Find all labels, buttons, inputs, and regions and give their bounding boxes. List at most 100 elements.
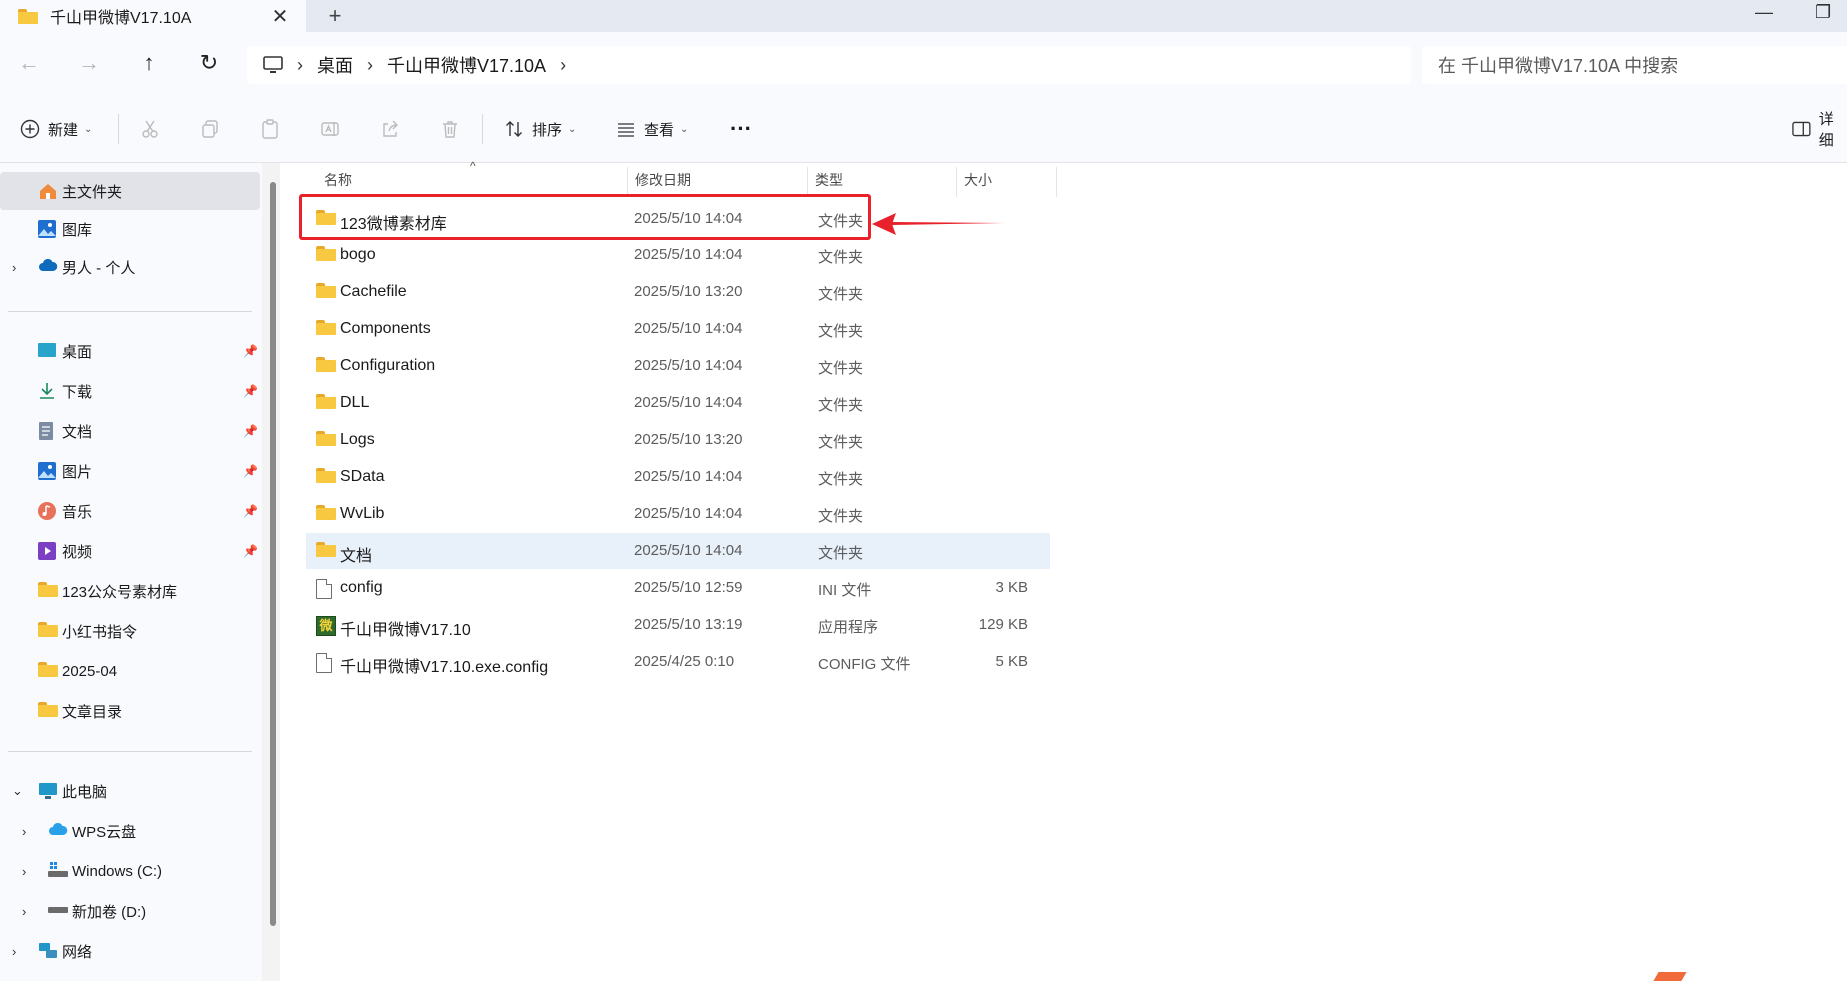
up-button[interactable]: ↑ [132,46,166,80]
pin-icon[interactable]: 📌 [243,544,258,558]
column-divider[interactable] [807,167,808,197]
chevron-right-icon[interactable]: › [12,260,16,275]
sidebar-item-pictures[interactable]: 图片 📌 [0,452,260,490]
sidebar-item-folder[interactable]: 文章目录 [0,692,260,730]
search-placeholder: 在 千山甲微博V17.10A 中搜索 [1438,56,1679,76]
view-button[interactable]: 查看 ⌄ [616,96,688,162]
restore-button[interactable]: ❐ [1815,2,1831,23]
file-row-hovered[interactable]: 文档 2025/5/10 14:04 文件夹 [306,533,1050,569]
sidebar-item-onedrive[interactable]: › 男人 - 个人 [0,248,260,286]
column-label: 大小 [964,172,992,188]
file-row[interactable]: config 2025/5/10 12:59 INI 文件 3 KB [306,570,1050,606]
chevron-right-icon[interactable]: › [22,864,26,879]
sidebar-item-home[interactable]: 主文件夹 [0,172,260,210]
title-bar: 千山甲微博V17.10A ✕ + — ❐ [0,0,1847,32]
file-type: 文件夹 [818,286,864,303]
column-header-name[interactable]: 名称 ^ [324,159,476,197]
close-tab-icon[interactable]: ✕ [268,4,292,29]
file-type: 文件夹 [818,397,864,414]
column-header-date[interactable]: 修改日期 [635,163,691,197]
chevron-right-icon[interactable]: › [22,904,26,919]
sidebar-label: 图片 [62,463,93,481]
more-options-button[interactable]: ··· [730,96,752,162]
copy-icon [202,120,218,138]
file-name: bogo [340,246,376,263]
cut-button[interactable] [140,96,160,162]
folder-icon [316,357,336,372]
sort-button[interactable]: 排序 ⌄ [504,96,576,162]
sidebar-item-downloads[interactable]: 下载 📌 [0,372,260,410]
sidebar-item-gallery[interactable]: 图库 [0,210,260,248]
copy-button[interactable] [200,96,220,162]
sidebar-item-c-drive[interactable]: › Windows (C:) [0,852,260,890]
home-icon [38,182,58,204]
scissors-icon [142,120,158,138]
video-icon [38,542,56,564]
pin-icon[interactable]: 📌 [243,424,258,438]
file-row[interactable]: 微 千山甲微博V17.10 2025/5/10 13:19 应用程序 129 K… [306,607,1050,643]
file-row[interactable]: 千山甲微博V17.10.exe.config 2025/4/25 0:10 CO… [306,644,1050,680]
address-bar[interactable]: › 桌面 › 千山甲微博V17.10A › [247,46,1411,84]
back-button[interactable]: ← [12,46,46,80]
sidebar-item-wps-cloud[interactable]: › WPS云盘 [0,812,260,850]
search-input[interactable]: 在 千山甲微博V17.10A 中搜索 [1422,46,1847,84]
delete-button[interactable] [440,96,460,162]
file-row[interactable]: Components 2025/5/10 14:04 文件夹 [306,311,1050,347]
sidebar-label: 男人 - 个人 [62,259,136,277]
file-row[interactable]: Configuration 2025/5/10 14:04 文件夹 [306,348,1050,384]
column-label: 名称 [324,172,352,188]
file-type: CONFIG 文件 [818,656,911,673]
file-row[interactable]: SData 2025/5/10 14:04 文件夹 [306,459,1050,495]
rename-button[interactable] [320,96,340,162]
file-name: 千山甲微博V17.10.exe.config [340,659,549,676]
column-divider[interactable] [627,167,628,197]
folder-icon [316,394,336,409]
new-tab-button[interactable]: + [320,3,350,29]
breadcrumb-current[interactable]: 千山甲微博V17.10A [387,52,546,78]
refresh-button[interactable]: ↻ [192,46,226,80]
sidebar-label: 主文件夹 [62,183,123,201]
sidebar-item-this-pc[interactable]: ⌄ 此电脑 [0,772,260,810]
view-list-icon [618,123,634,137]
file-row[interactable]: Cachefile 2025/5/10 13:20 文件夹 [306,274,1050,310]
pin-icon[interactable]: 📌 [243,384,258,398]
column-divider[interactable] [956,167,957,197]
breadcrumb-separator[interactable]: › [560,55,566,76]
file-date: 2025/5/10 14:04 [634,505,743,522]
breadcrumb-desktop[interactable]: 桌面 [317,52,353,78]
file-row[interactable]: bogo 2025/5/10 14:04 文件夹 [306,237,1050,273]
sidebar-item-music[interactable]: 音乐 📌 [0,492,260,530]
file-name: Configuration [340,357,436,374]
tab-active[interactable]: 千山甲微博V17.10A ✕ [0,0,306,32]
sidebar-scrollbar-thumb[interactable] [270,182,276,926]
sidebar-item-folder[interactable]: 2025-04 [0,652,260,690]
computer-icon [263,56,283,73]
paste-button[interactable] [260,96,280,162]
chevron-right-icon[interactable]: › [12,944,16,959]
chevron-down-icon[interactable]: ⌄ [12,783,23,799]
forward-button[interactable]: → [72,46,106,80]
pin-icon[interactable]: 📌 [243,464,258,478]
sidebar-item-desktop[interactable]: 桌面 📌 [0,332,260,370]
details-pane-button[interactable]: 详细 [1792,96,1847,162]
sidebar-label: 视频 [62,543,93,561]
file-row[interactable]: DLL 2025/5/10 14:04 文件夹 [306,385,1050,421]
sidebar-label: 桌面 [62,343,93,361]
new-button[interactable]: 新建 ⌄ [20,96,92,162]
sidebar-item-d-drive[interactable]: › 新加卷 (D:) [0,892,260,930]
pin-icon[interactable]: 📌 [243,504,258,518]
sidebar-item-folder[interactable]: 123公众号素材库 [0,572,260,610]
sidebar-item-documents[interactable]: 文档 📌 [0,412,260,450]
share-button[interactable] [380,96,400,162]
column-header-type[interactable]: 类型 [815,163,843,197]
minimize-button[interactable]: — [1755,2,1773,23]
file-row[interactable]: WvLib 2025/5/10 14:04 文件夹 [306,496,1050,532]
pin-icon[interactable]: 📌 [243,344,258,358]
file-row[interactable]: Logs 2025/5/10 13:20 文件夹 [306,422,1050,458]
sidebar-item-videos[interactable]: 视频 📌 [0,532,260,570]
sidebar-item-network[interactable]: › 网络 [0,932,260,970]
column-header-size[interactable]: 大小 [964,163,992,197]
sidebar-item-folder[interactable]: 小红书指令 [0,612,260,650]
chevron-right-icon[interactable]: › [22,824,26,839]
column-divider[interactable] [1056,167,1057,197]
